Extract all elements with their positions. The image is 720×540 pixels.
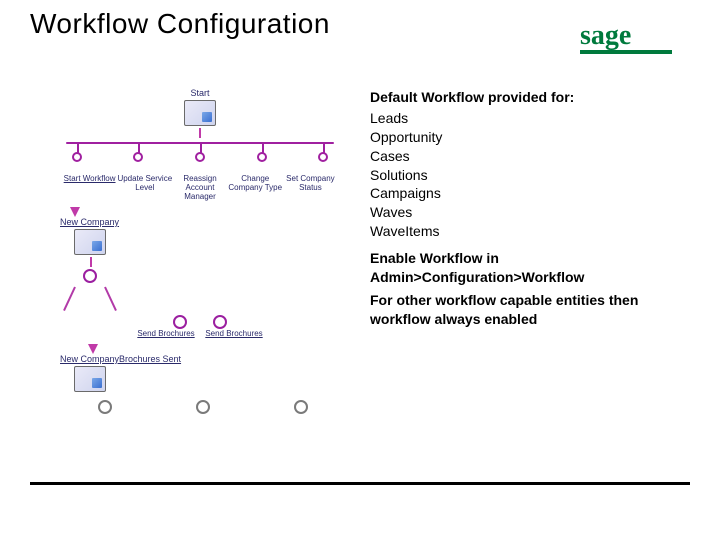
workflow-entity-list: Leads Opportunity Cases Solutions Campai… (370, 109, 690, 241)
entity-icon (74, 229, 106, 255)
branch-label: Update Service Level (117, 174, 172, 201)
list-item: Opportunity (370, 128, 690, 147)
list-item: Campaigns (370, 184, 690, 203)
state-circle-icon (173, 315, 187, 329)
sage-logo: sage (580, 18, 690, 58)
arrow-down-icon (70, 207, 80, 217)
state-circle-icon (294, 400, 308, 414)
text-column: Default Workflow provided for: Leads Opp… (370, 88, 690, 416)
state-circle-icon (98, 400, 112, 414)
arrow-down-icon (88, 344, 98, 354)
entity-icon (74, 366, 106, 392)
branch-label: Set Company Status (283, 174, 338, 201)
diagram-start-label: Start (60, 88, 340, 98)
state-circle-icon (83, 269, 97, 283)
list-item: Cases (370, 147, 690, 166)
workflow-diagram: Start Start Workflow Update Service Leve… (60, 88, 340, 416)
default-workflow-heading: Default Workflow provided for: (370, 88, 690, 107)
new-company-label: New Company (60, 217, 340, 227)
other-entities-text: For other workflow capable entities then… (370, 291, 690, 329)
branch-label: Reassign Account Manager (172, 174, 227, 201)
entity-icon (184, 100, 216, 126)
trailing-states (66, 398, 340, 416)
branch-labels: Start Workflow Update Service Level Reas… (60, 174, 340, 201)
enable-workflow-text: Enable Workflow in Admin>Configuration>W… (370, 249, 690, 287)
send-brochures-label: Send Brochures (204, 329, 264, 338)
logo-underline (580, 50, 672, 54)
brochures-sent-label: New CompanyBrochures Sent (60, 354, 340, 364)
footer-divider (30, 482, 690, 485)
send-brochures-label: Send Brochures (136, 329, 196, 338)
list-item: WaveItems (370, 222, 690, 241)
split-icon (60, 287, 120, 317)
state-circle-icon (213, 315, 227, 329)
page-title: Workflow Configuration (30, 8, 330, 40)
list-item: Solutions (370, 166, 690, 185)
branch-bar (66, 142, 334, 160)
list-item: Leads (370, 109, 690, 128)
logo-text-svg: sage (580, 20, 631, 51)
state-circle-icon (196, 400, 210, 414)
list-item: Waves (370, 203, 690, 222)
branch-label: Start Workflow (62, 174, 117, 201)
branch-label: Change Company Type (228, 174, 283, 201)
